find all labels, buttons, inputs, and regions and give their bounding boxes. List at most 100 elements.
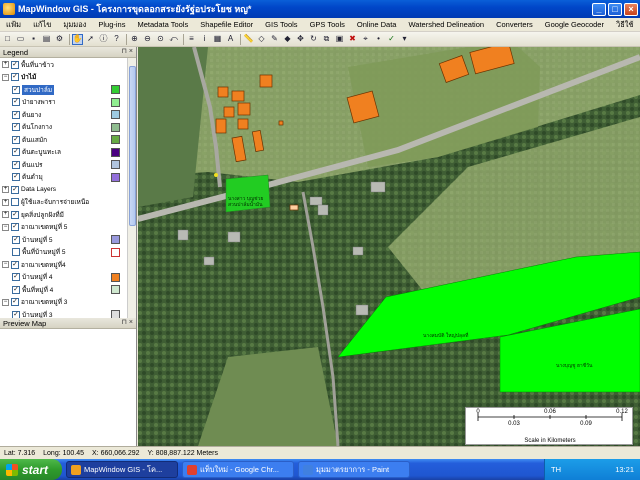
collapse-icon[interactable]: −	[2, 261, 9, 268]
measure-icon[interactable]: 📏	[243, 34, 254, 45]
legend-item[interactable]: ต้นโกงกาง	[12, 122, 52, 133]
collapse-icon[interactable]: −	[2, 298, 9, 306]
menu-item-6[interactable]: GIS Tools	[259, 20, 303, 29]
menu-item-8[interactable]: Online Data	[351, 20, 403, 29]
expand-icon[interactable]: +	[2, 198, 9, 206]
zoom-previous-icon[interactable]: ⤺	[168, 34, 179, 45]
legend-color-swatch[interactable]	[111, 235, 120, 244]
copy-icon[interactable]: ⧉	[321, 34, 332, 45]
menu-item-9[interactable]: Watershed Delineation	[402, 20, 490, 29]
taskbar-button-2[interactable]: มุมมาตรยาการ - Paint	[298, 461, 410, 478]
delete-icon[interactable]: ✖	[347, 34, 358, 45]
label-icon[interactable]: A	[225, 34, 236, 45]
layer-icon[interactable]: ≡	[186, 34, 197, 45]
layer-visibility-checkbox[interactable]	[12, 273, 20, 281]
legend-color-swatch[interactable]	[111, 85, 120, 94]
legend-item[interactable]: ต้นแปร	[12, 159, 42, 170]
legend-color-swatch[interactable]	[111, 172, 120, 182]
move-icon[interactable]: ✥	[295, 34, 306, 45]
layer-visibility-checkbox[interactable]	[12, 85, 20, 94]
pan-icon[interactable]: ✋	[72, 33, 83, 45]
settings-icon[interactable]: ⚙	[54, 34, 65, 45]
layer-visibility-checkbox[interactable]	[12, 235, 20, 244]
legend-item[interactable]: + ยุคสิ่งปลูกฝังที่มี	[2, 209, 64, 220]
legend-color-swatch[interactable]	[111, 285, 120, 294]
legend-item[interactable]: − อาณาเขตหมู่ที่4	[2, 259, 66, 270]
menu-item-11[interactable]: Google Geocoder	[539, 20, 610, 29]
preview-panel-buttons[interactable]: ⊓ ×	[122, 318, 134, 326]
rotate-icon[interactable]: ↻	[308, 34, 319, 45]
accept-icon[interactable]: ✓	[386, 34, 397, 45]
menu-item-2[interactable]: มุมมอง	[57, 19, 92, 31]
layer-visibility-checkbox[interactable]	[12, 285, 20, 294]
legend-color-swatch[interactable]	[111, 122, 120, 132]
draw-icon[interactable]: ✎	[269, 34, 280, 45]
save-icon[interactable]: ▪	[28, 34, 39, 45]
zoom-extent-icon[interactable]: ⊙	[155, 34, 166, 45]
select-icon[interactable]: ➚	[85, 34, 96, 45]
collapse-icon[interactable]: −	[2, 73, 9, 81]
legend-color-swatch[interactable]	[111, 310, 120, 318]
table-icon[interactable]: ▦	[212, 34, 223, 45]
layer-visibility-checkbox[interactable]	[12, 148, 20, 156]
legend-color-swatch[interactable]	[111, 147, 120, 157]
legend-item[interactable]: พื้นที่บ้านหมู่ที่ 5	[12, 247, 66, 258]
layer-visibility-checkbox[interactable]	[11, 60, 19, 69]
legend-item[interactable]: สวนปาล์ม	[12, 84, 55, 95]
expand-icon[interactable]: +	[2, 186, 9, 193]
zoom-out-icon[interactable]: ⊖	[142, 34, 153, 45]
layer-visibility-checkbox[interactable]	[11, 260, 19, 269]
layer-visibility-checkbox[interactable]	[12, 98, 20, 106]
taskbar-button-0[interactable]: MapWindow GIS - โค...	[66, 461, 178, 478]
layer-visibility-checkbox[interactable]	[12, 110, 20, 119]
layer-visibility-checkbox[interactable]	[11, 73, 19, 81]
legend-color-swatch[interactable]	[111, 97, 120, 107]
legend-scrollbar[interactable]	[127, 58, 136, 318]
scrollbar-thumb[interactable]	[129, 66, 136, 226]
menu-item-12[interactable]: วิธีใช้	[610, 19, 640, 31]
close-button[interactable]: ×	[624, 2, 638, 16]
legend-item[interactable]: − อาณาเขตหมู่ที่ 3	[2, 297, 67, 308]
layer-visibility-checkbox[interactable]	[12, 135, 20, 144]
legend-color-swatch[interactable]	[111, 247, 120, 257]
expand-icon[interactable]: +	[2, 61, 9, 68]
help-icon[interactable]: ?	[111, 34, 122, 45]
layer-visibility-checkbox[interactable]	[11, 198, 19, 206]
legend-item[interactable]: + พื้นที่นาข้าว	[2, 59, 54, 70]
legend-item[interactable]: ต้นยาง	[12, 109, 41, 120]
layer-visibility-checkbox[interactable]	[12, 310, 20, 318]
maximize-button[interactable]: □	[608, 2, 622, 16]
menu-item-1[interactable]: แก้ไข	[27, 19, 57, 31]
shape-icon[interactable]: ◇	[256, 34, 267, 45]
open-icon[interactable]: ▭	[15, 34, 26, 45]
legend-color-swatch[interactable]	[111, 110, 120, 119]
legend-item[interactable]: + Data Layers	[2, 184, 56, 195]
layer-visibility-checkbox[interactable]	[12, 173, 20, 181]
legend-color-swatch[interactable]	[111, 135, 120, 144]
vertex-icon[interactable]: ◆	[282, 34, 293, 45]
layer-visibility-checkbox[interactable]	[11, 210, 19, 219]
legend-item[interactable]: บ้านหมู่ที่ 5	[12, 234, 53, 245]
legend-item[interactable]: บ้านหมู่ที่ 4	[12, 272, 53, 283]
identify-icon[interactable]: ⓘ	[98, 34, 109, 45]
snap-icon[interactable]: ⌖	[360, 34, 371, 45]
legend-item[interactable]: + ผู้ใช้และจับการจ่ายเหนือ	[2, 197, 89, 208]
zoom-in-icon[interactable]: ⊕	[129, 34, 140, 45]
legend-item[interactable]: ต้นแสมัก	[12, 134, 47, 145]
menu-item-7[interactable]: GPS Tools	[304, 20, 351, 29]
layer-visibility-checkbox[interactable]	[11, 223, 19, 231]
expand-icon[interactable]: +	[2, 211, 9, 218]
new-icon[interactable]: □	[2, 34, 13, 45]
menu-item-5[interactable]: Shapefile Editor	[194, 20, 259, 29]
taskbar-button-1[interactable]: แท็บใหม่ - Google Chr...	[182, 461, 294, 478]
legend-item[interactable]: พื้นที่หมู่ที่ 4	[12, 284, 53, 295]
layer-visibility-checkbox[interactable]	[12, 160, 20, 169]
map-canvas[interactable]: นางสาว บุญช่วย สวนปาล์มน้ำมัน นางสมบัติ …	[138, 47, 640, 446]
layer-visibility-checkbox[interactable]	[11, 185, 19, 194]
paste-icon[interactable]: ▣	[334, 34, 345, 45]
print-icon[interactable]: ▤	[41, 34, 52, 45]
legend-item[interactable]: ต้นตำมุ	[12, 172, 43, 183]
collapse-icon[interactable]: −	[2, 223, 9, 231]
menu-item-10[interactable]: Converters	[490, 20, 539, 29]
layer-visibility-checkbox[interactable]	[12, 248, 20, 256]
